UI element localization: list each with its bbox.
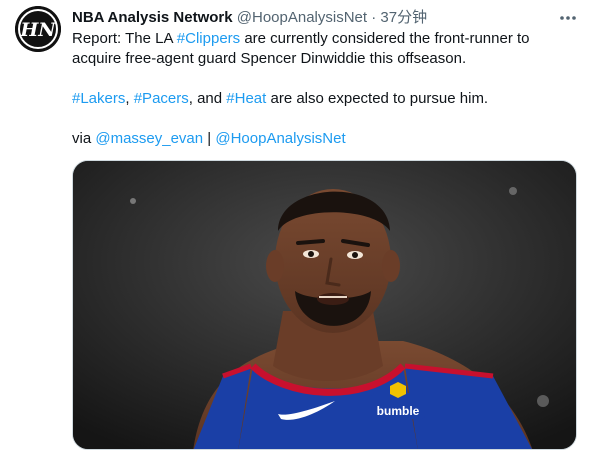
text-segment: via [72,130,96,147]
more-horizontal-icon [560,16,576,20]
player-photo: bumble [73,161,576,449]
tweet-paragraph-2: #Lakers, #Pacers, and #Heat are also exp… [72,89,572,109]
avatar[interactable]: HN [15,6,61,52]
tweet-text: Report: The LA #Clippers are currently c… [72,29,572,149]
text-segment: , and [188,90,227,107]
text-segment: are also expected to pursue him. [266,90,489,107]
more-button[interactable] [555,5,581,31]
tweet-photo[interactable]: bumble [72,160,577,450]
avatar-letters: HN [19,19,56,41]
text-segment: Report: The LA [72,30,177,47]
tweet[interactable]: HN NBA Analysis Network @HoopAnalysisNet… [0,0,597,450]
tweet-header: NBA Analysis Network @HoopAnalysisNet · … [72,8,557,28]
mention-massey-evan[interactable]: @massey_evan [95,130,203,147]
tweet-time[interactable]: 37分钟 [380,9,427,26]
jersey-sponsor-text: bumble [377,404,420,418]
display-name[interactable]: NBA Analysis Network [72,9,233,26]
avatar-logo-icon: HN [15,6,61,52]
hashtag-pacers[interactable]: #Pacers [134,90,189,107]
hashtag-lakers[interactable]: #Lakers [72,90,125,107]
text-segment: , [125,90,134,107]
hashtag-clippers[interactable]: #Clippers [177,30,240,47]
tweet-paragraph-1: Report: The LA #Clippers are currently c… [72,29,572,69]
mention-hoopanalysisnet[interactable]: @HoopAnalysisNet [215,130,345,147]
user-handle[interactable]: @HoopAnalysisNet [237,9,367,26]
tweet-paragraph-3: via @massey_evan | @HoopAnalysisNet [72,129,572,149]
separator-dot: · [371,9,377,26]
text-segment: | [203,130,216,147]
hashtag-heat[interactable]: #Heat [226,90,266,107]
